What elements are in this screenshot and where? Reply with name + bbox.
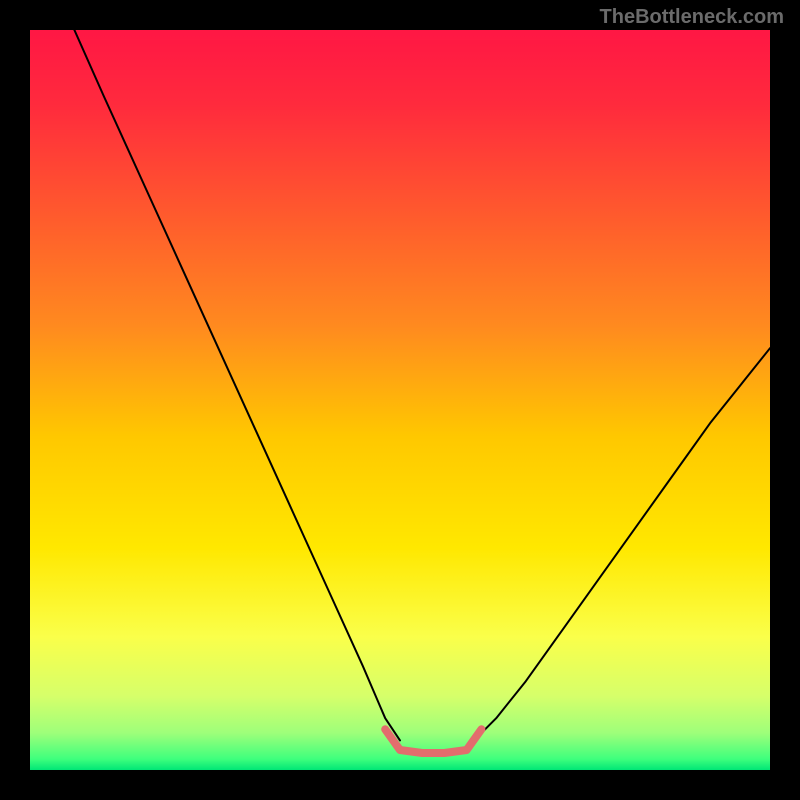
chart-frame: TheBottleneck.com	[0, 0, 800, 800]
bottleneck-chart	[30, 30, 770, 770]
gradient-background	[30, 30, 770, 770]
watermark-text: TheBottleneck.com	[600, 6, 784, 29]
